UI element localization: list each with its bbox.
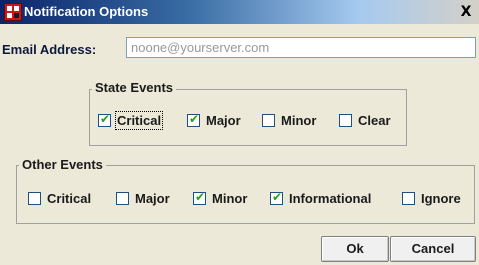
state-clear-checkbox[interactable]: Clear bbox=[339, 110, 391, 130]
state-critical-checkbox[interactable]: Critical bbox=[98, 110, 164, 130]
ok-button[interactable]: Ok bbox=[321, 236, 389, 262]
checkbox-icon[interactable] bbox=[116, 191, 129, 205]
close-icon[interactable]: X bbox=[457, 3, 475, 21]
checkbox-label: Critical bbox=[47, 190, 92, 206]
checkbox-label: Major bbox=[206, 112, 241, 128]
state-minor-checkbox[interactable]: Minor bbox=[262, 110, 316, 130]
notification-options-dialog: Notification Options X Email Address: no… bbox=[0, 0, 479, 265]
title-bar[interactable]: Notification Options X bbox=[0, 0, 479, 24]
checkbox-label: Critical bbox=[114, 110, 164, 130]
other-critical-checkbox[interactable]: Critical bbox=[28, 188, 91, 208]
checkbox-icon[interactable] bbox=[187, 112, 200, 127]
checkbox-label: Minor bbox=[281, 112, 317, 128]
checkbox-icon[interactable] bbox=[193, 190, 206, 205]
other-informational-checkbox[interactable]: Informational bbox=[270, 188, 371, 208]
other-minor-checkbox[interactable]: Minor bbox=[193, 188, 247, 208]
checkbox-label: Major bbox=[135, 190, 170, 206]
checkbox-icon[interactable] bbox=[402, 191, 415, 205]
checkbox-icon[interactable] bbox=[98, 112, 111, 127]
state-events-title: State Events bbox=[92, 80, 177, 95]
state-major-checkbox[interactable]: Major bbox=[187, 110, 241, 130]
checkbox-icon[interactable] bbox=[28, 191, 41, 205]
window-title: Notification Options bbox=[24, 4, 149, 19]
checkbox-label: Minor bbox=[212, 190, 248, 206]
checkbox-icon[interactable] bbox=[339, 113, 352, 127]
other-events-title: Other Events bbox=[19, 157, 106, 172]
checkbox-label: Ignore bbox=[421, 190, 461, 206]
email-input[interactable]: noone@yourserver.com bbox=[126, 37, 476, 58]
checkbox-label: Informational bbox=[289, 190, 372, 206]
checkbox-label: Clear bbox=[358, 112, 391, 128]
checkbox-icon[interactable] bbox=[270, 190, 283, 205]
cancel-button[interactable]: Cancel bbox=[390, 236, 476, 262]
app-icon bbox=[4, 3, 22, 21]
checkbox-icon[interactable] bbox=[262, 113, 275, 127]
other-major-checkbox[interactable]: Major bbox=[116, 188, 170, 208]
email-label: Email Address: bbox=[2, 42, 97, 57]
other-ignore-checkbox[interactable]: Ignore bbox=[402, 188, 461, 208]
